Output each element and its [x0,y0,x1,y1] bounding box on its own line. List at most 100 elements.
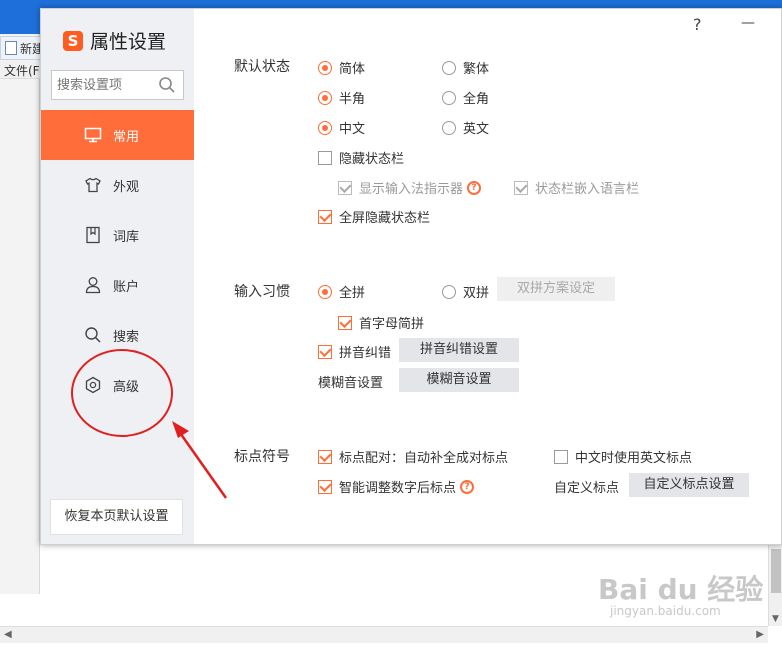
radio-traditional[interactable]: 繁体 [442,58,489,77]
checkbox-indicator[interactable] [318,209,332,224]
monitor-icon [84,126,102,144]
section-default-state-label: 默认状态 [234,59,290,75]
radio-indicator[interactable] [318,60,332,75]
section-punctuation-label: 标点符号 [234,449,290,465]
settings-search-box[interactable] [51,70,184,100]
radio-english[interactable]: 英文 [442,118,489,137]
sidebar-nav: 常用 外观 词库 账户 搜索 高级 [41,110,194,410]
radio-label: 双拼 [463,286,490,301]
book-icon [84,226,102,244]
sidebar-item-lexicon[interactable]: 词库 [41,210,194,260]
radio-indicator[interactable] [318,90,332,105]
sidebar-item-account[interactable]: 账户 [41,260,194,310]
checkbox-pinyin-correction[interactable]: 拼音纠错 [318,342,391,361]
checkbox-label: 智能调整数字后标点 [339,481,457,496]
radio-label: 中文 [339,122,366,137]
checkbox-label: 中文时使用英文标点 [575,451,693,466]
sidebar: S 属性设置 常用 外观 词库 账户 [41,9,194,544]
settings-content: 默认状态 简体 繁体 半角 全角 中文 英文 隐藏状态栏 显示输入法指示器? 状… [194,9,781,544]
checkbox-label: 全屏隐藏状态栏 [339,211,431,226]
checkbox-label: 标点配对：自动补全成对标点 [339,451,509,466]
checkbox-smart-punctuation[interactable]: 智能调整数字后标点? [318,477,475,496]
dialog-title: 属性设置 [90,31,167,53]
radio-label: 半角 [339,92,366,107]
custom-punctuation-settings-button[interactable]: 自定义标点设置 [629,473,749,497]
help-icon[interactable]: ? [467,180,482,195]
user-icon [84,276,102,294]
checkbox-hide-status-bar[interactable]: 隐藏状态栏 [318,148,404,167]
settings-search-input[interactable] [52,71,152,99]
radio-double-pinyin[interactable]: 双拼 [442,282,489,301]
section-input-habit-label: 输入习惯 [234,284,290,300]
scroll-down-icon[interactable]: ▼ [772,614,779,624]
checkbox-embed-language-bar[interactable]: 状态栏嵌入语言栏 [514,178,639,197]
checkbox-indicator[interactable] [318,344,332,359]
sidebar-item-label: 外观 [113,179,140,195]
checkbox-indicator[interactable] [554,449,568,464]
radio-label: 英文 [463,122,490,137]
custom-punctuation-label: 自定义标点 [554,481,620,496]
radio-chinese[interactable]: 中文 [318,118,365,137]
fuzzy-sound-label: 模糊音设置 [318,376,384,391]
sidebar-item-label: 高级 [113,379,140,395]
checkbox-fullscreen-hide-status-bar[interactable]: 全屏隐藏状态栏 [318,207,430,226]
dialog-header: S 属性设置 [63,27,166,54]
checkbox-label: 状态栏嵌入语言栏 [535,182,640,197]
background-app [0,34,40,594]
checkbox-english-punctuation[interactable]: 中文时使用英文标点 [554,447,692,466]
shirt-icon [84,176,102,194]
scrollbar-thumb[interactable] [771,549,781,593]
checkbox-indicator[interactable] [514,180,528,195]
checkbox-punctuation-pairing[interactable]: 标点配对：自动补全成对标点 [318,447,508,466]
radio-full-pinyin[interactable]: 全拼 [318,282,365,301]
search-icon [84,326,102,344]
checkbox-show-ime-indicator[interactable]: 显示输入法指示器? [338,178,482,197]
fuzzy-sound-settings-button[interactable]: 模糊音设置 [399,368,519,392]
radio-full-width[interactable]: 全角 [442,88,489,107]
background-menu-file[interactable]: 文件(F [0,61,44,79]
background-tab[interactable]: 新建 [0,36,44,60]
search-icon[interactable] [158,76,176,98]
radio-half-width[interactable]: 半角 [318,88,365,107]
radio-indicator[interactable] [318,284,332,299]
restore-defaults-button[interactable]: 恢复本页默认设置 [50,499,183,535]
scroll-right-icon[interactable]: ▶ [756,629,764,640]
checkbox-indicator[interactable] [338,180,352,195]
checkbox-label: 拼音纠错 [339,346,392,361]
pinyin-correction-settings-button[interactable]: 拼音纠错设置 [399,338,519,362]
sidebar-item-advanced[interactable]: 高级 [41,360,194,410]
double-pinyin-scheme-button[interactable]: 双拼方案设定 [497,277,615,301]
vertical-scrollbar[interactable]: ▼ [768,545,782,626]
scroll-left-icon[interactable]: ◀ [4,629,12,640]
radio-indicator[interactable] [442,284,456,299]
radio-label: 全拼 [339,286,366,301]
radio-indicator[interactable] [318,120,332,135]
radio-indicator[interactable] [442,120,456,135]
radio-label: 全角 [463,92,490,107]
radio-label: 繁体 [463,62,490,77]
radio-indicator[interactable] [442,90,456,105]
checkbox-indicator[interactable] [318,449,332,464]
checkbox-label: 隐藏状态栏 [339,152,405,167]
checkbox-indicator[interactable] [318,150,332,165]
radio-label: 简体 [339,62,366,77]
horizontal-scrollbar[interactable]: ◀ ▶ [0,626,768,643]
checkbox-indicator[interactable] [338,315,352,330]
sidebar-item-label: 常用 [113,129,140,145]
radio-indicator[interactable] [442,60,456,75]
sidebar-item-label: 词库 [113,229,140,245]
settings-dialog: S 属性设置 常用 外观 词库 账户 [40,8,782,545]
help-icon[interactable]: ? [460,479,475,494]
gear-icon [84,376,102,394]
radio-simplified[interactable]: 简体 [318,58,365,77]
sidebar-item-search[interactable]: 搜索 [41,310,194,360]
sidebar-item-appearance[interactable]: 外观 [41,160,194,210]
checkbox-initial-abbreviation[interactable]: 首字母简拼 [338,313,424,332]
sidebar-item-label: 账户 [113,279,140,295]
sogou-logo-icon: S [63,30,83,51]
checkbox-indicator[interactable] [318,479,332,494]
baidu-watermark-url: jingyan.baidu.com [610,604,721,618]
checkbox-label: 显示输入法指示器 [359,182,464,197]
sidebar-item-common[interactable]: 常用 [41,110,194,160]
checkbox-label: 首字母简拼 [359,317,425,332]
